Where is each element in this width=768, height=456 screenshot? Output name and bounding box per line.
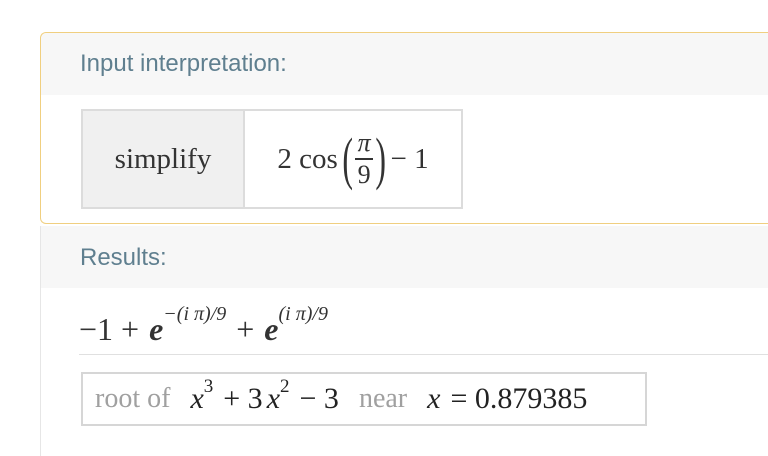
near-var: x — [427, 382, 441, 415]
fraction-numerator: π — [357, 128, 371, 157]
result-plus: + — [236, 311, 255, 347]
fraction-denominator: 9 — [357, 160, 371, 189]
result-exponential-form[interactable]: −1 + e −(i π)/9 + e (i π)/9 — [79, 298, 328, 348]
results-pod-header: Results: — [41, 226, 768, 288]
expr-suffix: − 1 — [390, 142, 429, 175]
right-paren: ) — [375, 126, 387, 191]
euler-e-2: e — [264, 311, 279, 347]
result-divider — [79, 354, 768, 355]
root-middle: + 3 — [223, 382, 263, 415]
result-root-form[interactable]: root of x 3 + 3 x 2 − 3 near x = 0.87938… — [81, 372, 647, 426]
interpretation-table: simplify 2 cos ( π 9 ) − 1 — [81, 109, 463, 209]
results-pod-title: Results: — [80, 244, 167, 271]
input-interpretation-pod: Input interpretation: simplify 2 cos ( π… — [40, 32, 768, 224]
result-prefix: −1 + — [79, 311, 140, 347]
root-power-2: 2 — [280, 376, 290, 397]
input-pod-header: Input interpretation: — [41, 33, 768, 95]
euler-e-1: e — [149, 311, 164, 347]
expression-cell: 2 cos ( π 9 ) − 1 — [245, 111, 461, 207]
root-tail: − 3 — [299, 382, 339, 415]
left-paren: ( — [342, 126, 353, 191]
fraction: π 9 — [355, 128, 374, 190]
root-of-label: root of — [95, 383, 171, 414]
exponent-1: −(i π)/9 — [163, 303, 227, 325]
exponent-2: (i π)/9 — [278, 303, 328, 325]
near-value: = 0.879385 — [450, 382, 588, 415]
input-pod-title: Input interpretation: — [80, 50, 287, 77]
root-power-1: 3 — [203, 376, 214, 397]
input-expression: 2 cos ( π 9 ) − 1 — [277, 128, 428, 190]
root-var-1: x — [190, 382, 204, 415]
near-label: near — [358, 383, 408, 414]
root-var-2: x — [266, 382, 281, 415]
results-pod: Results: −1 + e −(i π)/9 + e (i π)/9 roo… — [40, 226, 768, 456]
expr-prefix: 2 cos — [277, 142, 338, 175]
keyword-cell: simplify — [83, 111, 245, 207]
